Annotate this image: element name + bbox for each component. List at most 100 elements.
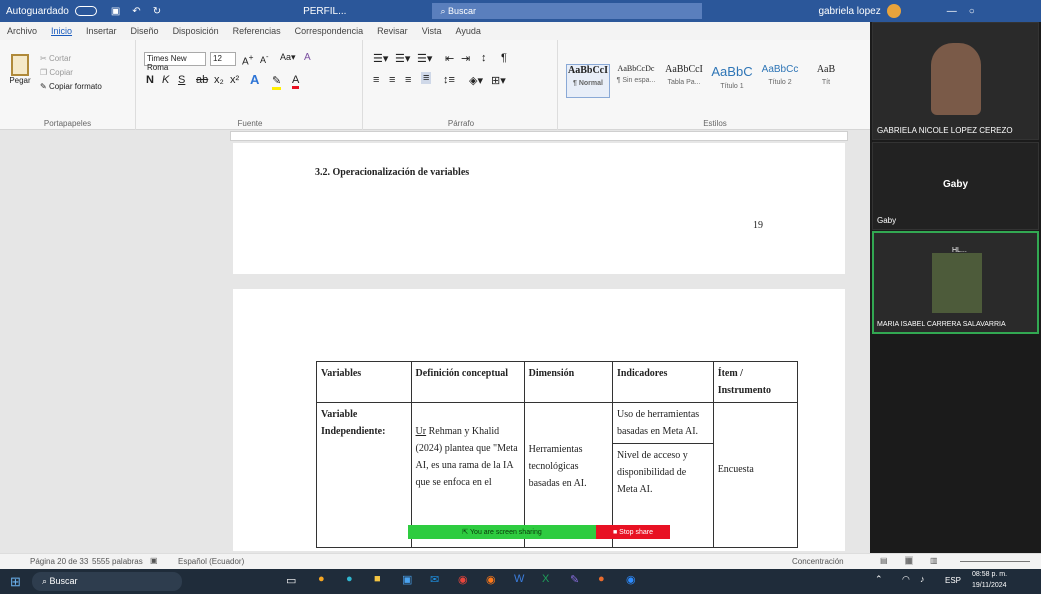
firefox-icon[interactable]: ◉ bbox=[486, 573, 496, 586]
copy-button[interactable]: ❐ Copiar bbox=[40, 68, 73, 77]
document-page-2[interactable]: Variables Definición conceptual Dimensió… bbox=[233, 289, 845, 551]
language-status[interactable]: Español (Ecuador) bbox=[178, 557, 244, 566]
autosave-toggle[interactable] bbox=[74, 6, 97, 16]
read-mode-icon[interactable]: ▤ bbox=[880, 556, 888, 565]
numbering-icon[interactable]: ☰▾ bbox=[395, 52, 410, 65]
shading-icon[interactable]: ◈▾ bbox=[469, 74, 483, 87]
tray-language[interactable]: ESP bbox=[945, 576, 961, 585]
style-heading-1[interactable]: AaBbC Título 1 bbox=[710, 64, 754, 98]
avatar[interactable] bbox=[886, 4, 901, 18]
focus-mode[interactable]: Concentración bbox=[792, 557, 844, 566]
style-heading-2[interactable]: AaBbCc Título 2 bbox=[758, 64, 802, 98]
word-icon[interactable]: W bbox=[514, 573, 524, 585]
tab-inicio[interactable]: Inicio bbox=[44, 26, 79, 36]
excel-icon[interactable]: X bbox=[542, 573, 549, 585]
increase-indent-icon[interactable]: ⇥ bbox=[461, 52, 470, 65]
bold-icon[interactable]: N bbox=[146, 74, 154, 86]
line-spacing-icon[interactable]: ↕≡ bbox=[443, 74, 455, 86]
style-table-paragraph[interactable]: AaBbCcI Tabla Pa... bbox=[662, 64, 706, 98]
tab-insertar[interactable]: Insertar bbox=[79, 26, 124, 36]
participant-tile-2[interactable]: Gaby Gaby bbox=[872, 142, 1039, 230]
superscript-icon[interactable]: x² bbox=[230, 74, 239, 86]
strikethrough-icon[interactable]: ab bbox=[196, 74, 208, 86]
tab-referencias[interactable]: Referencias bbox=[226, 26, 288, 36]
highlight-icon[interactable]: ✎ bbox=[272, 74, 282, 90]
font-color-icon[interactable]: A bbox=[292, 74, 300, 89]
font-size-select[interactable]: 12 bbox=[210, 52, 236, 66]
sort-icon[interactable]: ↕ bbox=[481, 52, 487, 64]
web-layout-icon[interactable]: ▥ bbox=[930, 556, 938, 565]
decrease-indent-icon[interactable]: ⇤ bbox=[445, 52, 454, 65]
tray-chevron-icon[interactable]: ⌃ bbox=[875, 574, 883, 585]
underline-icon[interactable]: S bbox=[178, 74, 185, 86]
redo-icon[interactable]: ↻ bbox=[147, 6, 167, 17]
share-icon: ⇱ bbox=[462, 529, 471, 536]
tab-revisar[interactable]: Revisar bbox=[370, 26, 415, 36]
italic-icon[interactable]: K bbox=[162, 74, 169, 86]
tab-diseno[interactable]: Diseño bbox=[124, 26, 166, 36]
tab-vista[interactable]: Vista bbox=[415, 26, 449, 36]
print-layout-icon[interactable]: ▦ bbox=[905, 556, 913, 565]
tab-ayuda[interactable]: Ayuda bbox=[449, 26, 488, 36]
app-icon[interactable]: ● bbox=[598, 573, 605, 585]
word-count[interactable]: 5555 palabras bbox=[92, 557, 143, 566]
change-case-icon[interactable]: Aa▾ bbox=[280, 52, 296, 63]
tab-archivo[interactable]: Archivo bbox=[0, 26, 44, 36]
doc-title[interactable]: PERFIL... bbox=[297, 6, 352, 17]
proofing-icon[interactable]: ▣ bbox=[150, 556, 158, 565]
participant-tile-1[interactable]: GABRIELA NICOLE LOPEZ CEREZO bbox=[872, 22, 1039, 140]
task-view-icon[interactable]: ▭ bbox=[286, 574, 296, 587]
sharing-status[interactable]: ⇱ You are screen sharing bbox=[408, 525, 596, 539]
tab-disposicion[interactable]: Disposición bbox=[166, 26, 226, 36]
format-painter-button[interactable]: ✎ Copiar formato bbox=[40, 82, 102, 91]
minimize-icon[interactable]: — bbox=[941, 6, 963, 17]
stop-share-button[interactable]: ■ Stop share bbox=[596, 525, 670, 539]
style-normal[interactable]: AaBbCcI ¶ Normal bbox=[566, 64, 610, 98]
bullets-icon[interactable]: ☰▾ bbox=[373, 52, 388, 65]
horizontal-ruler[interactable] bbox=[230, 131, 848, 141]
wifi-icon[interactable]: ◠ bbox=[902, 574, 910, 585]
document-page[interactable]: 3.2. Operacionalización de variables 19 bbox=[233, 143, 845, 274]
text-effects-icon[interactable]: A bbox=[250, 72, 259, 87]
taskbar-search[interactable]: ⌕ Buscar bbox=[32, 572, 182, 591]
widgets-icon[interactable]: ● bbox=[318, 573, 325, 585]
mail-icon[interactable]: ✉ bbox=[430, 573, 439, 586]
store-icon[interactable]: ▣ bbox=[402, 573, 412, 586]
edge-icon[interactable]: ● bbox=[346, 573, 353, 585]
undo-icon[interactable]: ↶ bbox=[126, 6, 146, 17]
chrome-icon[interactable]: ◉ bbox=[458, 573, 468, 586]
subscript-icon[interactable]: x₂ bbox=[214, 74, 224, 86]
paste-button[interactable]: Pegar bbox=[6, 54, 34, 85]
pen-icon[interactable]: ✎ bbox=[570, 573, 579, 586]
restore-icon[interactable]: ○ bbox=[963, 6, 981, 17]
font-name-select[interactable]: Times New Roma bbox=[144, 52, 206, 72]
file-explorer-icon[interactable]: ■ bbox=[374, 573, 381, 585]
save-icon[interactable]: ▣ bbox=[105, 6, 126, 17]
start-icon[interactable]: ⊞ bbox=[10, 574, 21, 590]
user-name[interactable]: gabriela lopez bbox=[812, 6, 886, 17]
search-box[interactable]: ⌕ Buscar bbox=[432, 3, 703, 19]
multilevel-icon[interactable]: ☰▾ bbox=[417, 52, 432, 65]
pilcrow-icon[interactable]: ¶ bbox=[501, 52, 507, 64]
style-no-spacing[interactable]: AaBbCcDc ¶ Sin espa... bbox=[614, 64, 658, 98]
clear-format-icon[interactable]: A bbox=[304, 52, 311, 63]
align-center-icon[interactable]: ≡ bbox=[389, 74, 395, 86]
tab-correspondencia[interactable]: Correspondencia bbox=[288, 26, 371, 36]
citation-link[interactable]: Ur bbox=[416, 426, 427, 437]
clock-time[interactable]: 08:58 p. m. bbox=[972, 571, 1007, 578]
volume-icon[interactable]: ♪ bbox=[920, 574, 925, 584]
style-title[interactable]: AaB Tít bbox=[806, 64, 846, 98]
zoom-slider[interactable] bbox=[960, 561, 1030, 562]
align-left-icon[interactable]: ≡ bbox=[373, 74, 379, 86]
justify-icon[interactable]: ≡ bbox=[421, 72, 432, 84]
clock-date[interactable]: 19/11/2024 bbox=[972, 582, 1007, 589]
align-right-icon[interactable]: ≡ bbox=[405, 74, 411, 86]
zoom-app-icon[interactable]: ◉ bbox=[626, 573, 636, 586]
borders-icon[interactable]: ⊞▾ bbox=[491, 74, 506, 87]
operationalization-table[interactable]: Variables Definición conceptual Dimensió… bbox=[316, 361, 799, 548]
grow-font-icon[interactable]: A+ bbox=[242, 52, 254, 67]
page-count[interactable]: Página 20 de 33 bbox=[30, 557, 88, 566]
shrink-font-icon[interactable]: A- bbox=[260, 52, 269, 65]
cut-button[interactable]: ✂ Cortar bbox=[40, 54, 71, 63]
participant-tile-3[interactable]: HL... MARIA ISABEL CARRERA SALAVARRIA bbox=[872, 231, 1039, 334]
